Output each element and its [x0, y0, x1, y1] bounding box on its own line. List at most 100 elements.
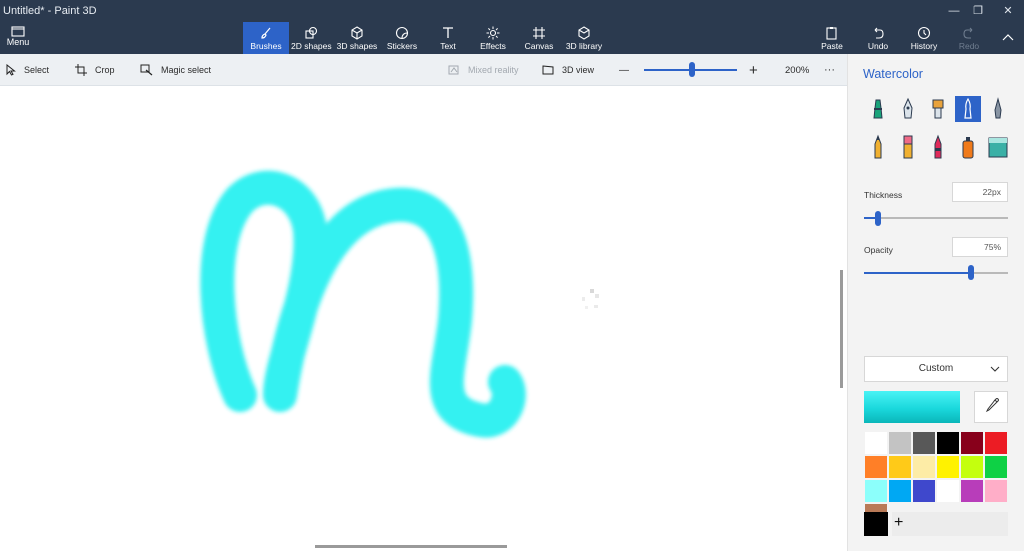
tab-2d-shapes[interactable]: 2D shapes — [291, 22, 332, 54]
cube-icon — [351, 26, 363, 40]
tab-3d-shapes[interactable]: 3D shapes — [336, 22, 378, 54]
color-swatch[interactable] — [864, 455, 888, 479]
sun-icon — [486, 26, 500, 40]
tab-stickers[interactable]: Stickers — [385, 22, 419, 54]
color-swatch[interactable] — [888, 431, 912, 455]
thickness-input[interactable]: 22px — [952, 182, 1008, 202]
pencil-brush[interactable] — [865, 134, 891, 160]
brush-panel: Watercolor Thickness 22px Opacity 75% Cu… — [847, 54, 1024, 551]
color-swatch[interactable] — [888, 479, 912, 503]
3d-view-button[interactable]: 3D view — [542, 54, 594, 86]
tab-label: 3D library — [565, 41, 603, 51]
history-label: History — [910, 41, 938, 51]
opacity-input[interactable]: 75% — [952, 237, 1008, 257]
color-swatch[interactable] — [960, 431, 984, 455]
crayon-brush[interactable] — [925, 134, 951, 160]
ribbon: Untitled* - Paint 3D — ❐ ✕ Menu Brushes … — [0, 0, 1024, 54]
close-button[interactable]: ✕ — [985, 2, 1024, 22]
eyedropper-button[interactable] — [974, 391, 1008, 423]
tab-effects[interactable]: Effects — [478, 22, 508, 54]
paste-label: Paste — [821, 41, 843, 51]
more-options-button[interactable]: ··· — [824, 54, 835, 86]
tab-3d-library[interactable]: 3D library — [565, 22, 603, 54]
color-swatch[interactable] — [960, 479, 984, 503]
thickness-slider-thumb[interactable] — [875, 211, 882, 226]
color-swatch[interactable] — [936, 455, 960, 479]
zoom-in-button[interactable]: + — [749, 54, 758, 86]
horizontal-scrollbar[interactable] — [315, 545, 507, 548]
zoom-level[interactable]: 200% — [785, 54, 809, 86]
crop-button[interactable]: Crop — [75, 54, 115, 86]
text-icon — [443, 27, 453, 38]
paint3d-window: Untitled* - Paint 3D — ❐ ✕ Menu Brushes … — [0, 0, 1024, 551]
color-swatch[interactable] — [888, 455, 912, 479]
zoom-slider-thumb[interactable] — [689, 62, 695, 77]
select-label: Select — [24, 65, 50, 75]
color-swatch[interactable] — [936, 479, 960, 503]
eyedropper-icon — [985, 398, 999, 413]
tab-label: Effects — [480, 41, 506, 51]
color-swatch[interactable] — [936, 431, 960, 455]
tab-text[interactable]: Text — [433, 22, 463, 54]
tab-label: Canvas — [524, 41, 554, 51]
drawing-canvas[interactable] — [0, 87, 838, 551]
color-swatch[interactable] — [984, 455, 1008, 479]
zoom-out-button[interactable]: — — [619, 54, 629, 86]
loading-spinner-icon — [582, 289, 599, 309]
watercolor-brush[interactable] — [955, 96, 981, 122]
fill-brush[interactable] — [985, 134, 1011, 160]
undo-button[interactable]: Undo — [864, 22, 892, 54]
cursor-icon — [6, 64, 16, 76]
history-button[interactable]: History — [908, 22, 940, 54]
watercolor-stroke — [200, 170, 526, 438]
color-swatch[interactable] — [960, 455, 984, 479]
library-icon — [578, 26, 590, 40]
color-swatch[interactable] — [984, 431, 1008, 455]
tab-label: 3D shapes — [336, 41, 378, 51]
select-button[interactable]: Select — [6, 54, 49, 86]
tab-brushes[interactable]: Brushes — [243, 22, 289, 54]
canvas-drawing — [200, 170, 599, 438]
magic-select-button[interactable]: Magic select — [140, 54, 211, 86]
color-swatch[interactable] — [864, 431, 888, 455]
add-color-button[interactable]: + — [892, 512, 1008, 536]
pen-icon — [903, 97, 913, 119]
pixel-pen-brush[interactable] — [985, 96, 1011, 122]
spray-can-brush[interactable] — [955, 134, 981, 160]
opacity-label: Opacity — [864, 245, 893, 255]
panel-title: Watercolor — [863, 67, 923, 81]
crayon-icon — [934, 134, 942, 159]
color-swatch[interactable] — [912, 455, 936, 479]
tab-label: Brushes — [250, 41, 282, 51]
redo-button[interactable]: Redo — [955, 22, 983, 54]
fill-bucket-icon — [988, 137, 1008, 158]
calligraphy-pen-brush[interactable] — [895, 96, 921, 122]
current-color-preview[interactable] — [864, 391, 960, 423]
color-swatch[interactable] — [864, 479, 888, 503]
menu-label: Menu — [6, 37, 30, 47]
view-3d-icon — [542, 65, 554, 75]
oil-brush[interactable] — [925, 96, 951, 122]
custom-color-swatch[interactable] — [864, 512, 888, 536]
opacity-slider-thumb[interactable] — [967, 265, 974, 280]
marker-icon — [873, 99, 883, 119]
color-mode-dropdown[interactable]: Custom — [864, 356, 1008, 382]
menu-button[interactable]: Menu — [0, 22, 36, 54]
color-swatch[interactable] — [912, 431, 936, 455]
collapse-ribbon-button[interactable] — [996, 22, 1020, 54]
mixed-reality-button[interactable]: Mixed reality — [448, 54, 519, 86]
vertical-scrollbar[interactable] — [840, 270, 843, 388]
eraser-brush[interactable] — [895, 134, 921, 160]
crop-label: Crop — [95, 65, 115, 75]
marker-brush[interactable] — [865, 96, 891, 122]
tab-canvas[interactable]: Canvas — [524, 22, 554, 54]
eraser-icon — [903, 135, 913, 159]
undo-label: Undo — [867, 41, 889, 51]
color-swatch[interactable] — [912, 479, 936, 503]
color-mode-label: Custom — [918, 363, 954, 374]
paste-icon — [826, 27, 837, 40]
thickness-slider[interactable] — [864, 217, 1008, 219]
opacity-slider[interactable] — [864, 272, 1008, 274]
paste-button[interactable]: Paste — [818, 22, 846, 54]
color-swatch[interactable] — [984, 479, 1008, 503]
